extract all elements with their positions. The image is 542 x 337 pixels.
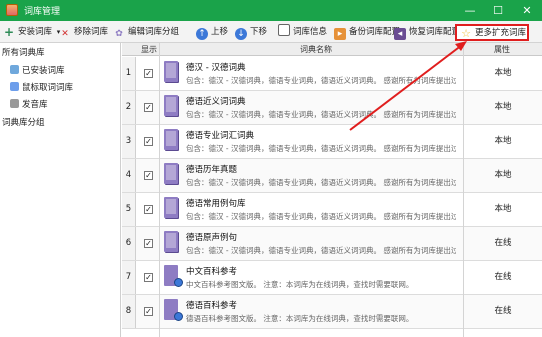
show-checkbox[interactable]: ✓ [144, 69, 153, 78]
globe-icon [174, 278, 183, 287]
dict-name: 德语百科参考 [186, 301, 238, 311]
table-row[interactable]: 6 ✓ 德语原声例句包含：德汉 - 汉德词典，德语专业词典，德语近义词词典。 感谢所… [122, 227, 542, 261]
show-checkbox[interactable]: ✓ [144, 239, 153, 248]
table-row[interactable]: 5 ✓ 德语常用例句库包含：德汉 - 汉德词典，德语专业词典，德语近义词词典。 感谢… [122, 193, 542, 227]
sidebar: 所有词典库 已安装词库 鼠标取词词库 发音库 词典库分组 [0, 43, 121, 337]
backup-icon: ▸ [334, 28, 346, 40]
more-dicts-button[interactable]: ☆ 更多扩充词库 [460, 25, 526, 41]
col-divider [159, 43, 160, 337]
mouse-icon [10, 82, 19, 91]
dict-name: 德语专业词汇词典 [186, 131, 255, 141]
close-button[interactable]: ✕ [512, 0, 542, 21]
dict-description: 包含：德汉 - 汉德词典，德语专业词典，德语近义词词典。 感谢所有为词库提出过修 [186, 110, 456, 119]
dict-info-button[interactable]: 词库信息 [278, 24, 327, 40]
dict-description: 中文百科参考图文版。 注意：本词库为在线词典，查找时需要联网。 [186, 280, 414, 289]
info-icon [278, 24, 290, 36]
show-checkbox[interactable]: ✓ [144, 307, 153, 316]
up-arrow-icon: ↑ [196, 28, 208, 40]
dict-attribute: 在线 [494, 306, 512, 316]
book-icon [164, 95, 178, 116]
book-icon [164, 163, 178, 184]
table-row[interactable]: 8 ✓ 德语百科参考德语百科参考图文版。 注意：本词库为在线词典，查找时需要联网。 在… [122, 295, 542, 329]
dict-name: 德语历年真题 [186, 165, 238, 175]
remove-dict-button[interactable]: ✕ 移除词库 [59, 24, 108, 40]
table-row[interactable]: 2 ✓ 德语近义词词典包含：德汉 - 汉德词典，德语专业词典，德语近义词词典。 感谢… [122, 91, 542, 125]
dict-name: 中文百科参考 [186, 267, 238, 277]
show-checkbox[interactable]: ✓ [144, 273, 153, 282]
dict-name: 德汉 - 汉德词典 [186, 63, 246, 73]
title-bar: 词库管理 — ☐ ✕ [0, 0, 542, 21]
maximize-button[interactable]: ☐ [483, 0, 513, 21]
restore-icon: ◂ [394, 28, 406, 40]
row-index: 2 [122, 91, 136, 124]
dict-attribute: 本地 [494, 68, 512, 78]
show-checkbox[interactable]: ✓ [144, 137, 153, 146]
row-index: 4 [122, 159, 136, 192]
book-icon [164, 197, 178, 218]
book-icon [164, 129, 178, 150]
row-index: 6 [122, 227, 136, 260]
dict-name: 德语常用例句库 [186, 199, 246, 209]
dict-attribute: 本地 [494, 102, 512, 112]
minimize-button[interactable]: — [455, 0, 485, 21]
book-icon [164, 231, 178, 252]
dict-description: 包含：德汉 - 汉德词典，德语专业词典，德语近义词词典。 感谢所有为词库提出过修 [186, 246, 456, 255]
plus-icon: + [3, 25, 15, 39]
app-icon [6, 4, 18, 16]
sidebar-item-pronunciation[interactable]: 发音库 [10, 98, 48, 110]
row-index: 5 [122, 193, 136, 226]
dict-table: 显示 词典名称 属性 1 ✓ 德汉 - 汉德词典包含：德汉 - 汉德词典，德语专业词… [122, 43, 542, 337]
row-index: 3 [122, 125, 136, 158]
dict-attribute: 在线 [494, 238, 512, 248]
table-row[interactable]: 4 ✓ 德语历年真题包含：德汉 - 汉德词典，德语专业词典，德语近义词词典。 感谢所… [122, 159, 542, 193]
gear-icon: ✿ [115, 29, 123, 39]
star-icon: ☆ [461, 27, 471, 40]
dict-attribute: 本地 [494, 170, 512, 180]
speaker-icon [10, 99, 19, 108]
install-dict-button[interactable]: + 安装词库 ▾ [3, 24, 60, 40]
header-attr[interactable]: 属性 [494, 44, 510, 55]
table-row[interactable]: 3 ✓ 德语专业词汇词典包含：德汉 - 汉德词典，德语专业词典，德语近义词词典。 感… [122, 125, 542, 159]
edit-group-button[interactable]: ✿ 编辑词库分组 [113, 24, 179, 40]
sidebar-groups[interactable]: 词典库分组 [2, 116, 45, 128]
show-checkbox[interactable]: ✓ [144, 171, 153, 180]
row-index: 7 [122, 261, 136, 294]
globe-icon [174, 312, 183, 321]
sidebar-item-installed[interactable]: 已安装词库 [10, 64, 65, 76]
x-icon: ✕ [61, 29, 69, 39]
dict-attribute: 本地 [494, 136, 512, 146]
dict-description: 德语百科参考图文版。 注意：本词库为在线词典，查找时需要联网。 [186, 314, 414, 323]
dict-description: 包含：德汉 - 汉德词典，德语专业词典，德语近义词词典。 感谢所有为词库提出过修 [186, 212, 456, 221]
installed-icon [10, 65, 19, 74]
table-row[interactable]: 7 ✓ 中文百科参考中文百科参考图文版。 注意：本词库为在线词典，查找时需要联网。 在… [122, 261, 542, 295]
dict-name: 德语近义词词典 [186, 97, 246, 107]
move-down-button[interactable]: ↓ 下移 [235, 24, 267, 40]
book-icon [164, 61, 178, 82]
table-header: 显示 词典名称 属性 [122, 43, 542, 56]
row-index: 8 [122, 295, 136, 328]
backup-config-button[interactable]: ▸ 备份词库配置 [334, 24, 400, 40]
move-up-button[interactable]: ↑ 上移 [196, 24, 228, 40]
restore-config-button[interactable]: ◂ 恢复词库配置 [394, 24, 460, 40]
dict-description: 包含：德汉 - 汉德词典，德语专业词典，德语近义词词典。 感谢所有为词库提出过修 [186, 76, 456, 85]
row-index: 1 [122, 57, 136, 90]
sidebar-all-dicts[interactable]: 所有词典库 [2, 46, 45, 58]
dict-description: 包含：德汉 - 汉德词典，德语专业词典，德语近义词词典。 感谢所有为词库提出过修 [186, 178, 456, 187]
dict-name: 德语原声例句 [186, 233, 238, 243]
show-checkbox[interactable]: ✓ [144, 103, 153, 112]
show-checkbox[interactable]: ✓ [144, 205, 153, 214]
table-row[interactable]: 1 ✓ 德汉 - 汉德词典包含：德汉 - 汉德词典，德语专业词典，德语近义词词典。 … [122, 57, 542, 91]
col-divider [463, 43, 464, 337]
dict-description: 包含：德汉 - 汉德词典，德语专业词典，德语近义词词典。 感谢所有为词库提出过修 [186, 144, 456, 153]
sidebar-item-mouse[interactable]: 鼠标取词词库 [10, 81, 73, 93]
dict-attribute: 本地 [494, 204, 512, 214]
window-title: 词库管理 [24, 7, 61, 17]
dict-attribute: 在线 [494, 272, 512, 282]
down-arrow-icon: ↓ [235, 28, 247, 40]
header-name[interactable]: 词典名称 [300, 44, 332, 55]
header-show[interactable]: 显示 [141, 44, 157, 55]
